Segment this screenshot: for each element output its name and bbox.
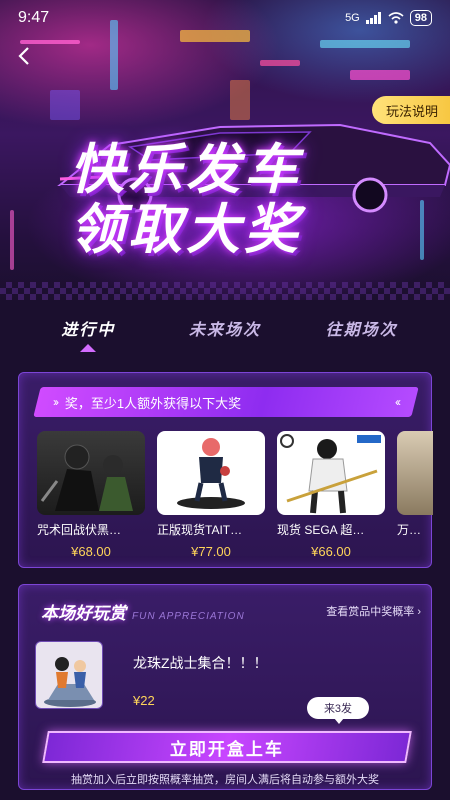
draw-3-bubble[interactable]: 来3发	[307, 697, 369, 724]
tab-indicator	[80, 344, 97, 352]
battery-icon: 98	[409, 10, 432, 26]
prize-name: 正版现货TAIT…	[157, 523, 243, 537]
hero-title-line1: 快乐发车	[70, 138, 302, 201]
prize-card[interactable]: 正版现货TAIT… ¥77.00	[157, 431, 265, 561]
prize-marquee: ›› 奖，至少1人额外获得以下大奖 ‹‹	[33, 387, 419, 417]
prize-card[interactable]: 现货 SEGA 超… ¥66.00	[277, 431, 385, 561]
blind-box-image	[35, 641, 103, 709]
blind-box-price: ¥22	[133, 693, 155, 708]
session-tabs: 进行中 未来场次 往期场次	[0, 316, 450, 356]
chevron-right-double-icon: ››	[53, 395, 57, 409]
grand-prize-panel: ›› 奖，至少1人额外获得以下大奖 ‹‹ 咒术回战伏黑… ¥68.00 正版现货…	[18, 372, 433, 568]
prize-image	[397, 431, 433, 515]
back-button[interactable]	[12, 44, 36, 68]
hero-title: 快乐发车 领取大奖	[70, 140, 302, 260]
open-box-button[interactable]: 立即开盒上车	[42, 731, 412, 763]
rules-button[interactable]: 玩法说明	[371, 96, 450, 124]
fun-title: 本场好玩赏	[41, 603, 126, 623]
tab-past[interactable]: 往期场次	[307, 316, 417, 356]
prize-card[interactable]: 咒术回战伏黑… ¥68.00	[37, 431, 145, 561]
prize-price: ¥66.00	[311, 544, 351, 559]
chevron-left-double-icon: ‹‹	[395, 395, 399, 409]
signal-icon	[365, 12, 381, 24]
status-time: 9:47	[18, 9, 50, 26]
open-box-button-label: 立即开盒上车	[170, 739, 284, 759]
tab-ongoing-label: 进行中	[61, 322, 116, 339]
hero-title-line2: 领取大奖	[70, 198, 302, 261]
fun-subtitle: FUN APPRECIATION	[132, 610, 245, 622]
blind-box-name: 龙珠Z战士集合！！！	[133, 655, 268, 671]
tab-ongoing[interactable]: 进行中	[33, 316, 143, 356]
wifi-icon	[388, 12, 404, 24]
fun-header: 本场好玩赏 FUN APPRECIATION 查看赏品中奖概率 ›	[19, 595, 431, 627]
signal-label: 5G	[345, 12, 360, 24]
prize-image	[277, 431, 385, 515]
checker-strip	[0, 282, 450, 300]
tab-upcoming-label: 未来场次	[188, 322, 261, 339]
prize-price: ¥68.00	[71, 544, 111, 559]
tab-past-label: 往期场次	[325, 322, 398, 339]
prize-price: ¥77.00	[191, 544, 231, 559]
fun-appreciation-panel: 本场好玩赏 FUN APPRECIATION 查看赏品中奖概率 › 龙珠Z战士集…	[18, 584, 432, 790]
prize-name: 万…	[397, 523, 422, 537]
marquee-text: 奖，至少1人额外获得以下大奖	[65, 395, 242, 411]
chevron-left-icon	[18, 47, 29, 65]
prize-list: 咒术回战伏黑… ¥68.00 正版现货TAIT… ¥77.00 现货 SEGA …	[37, 431, 433, 561]
prize-card[interactable]: 万…	[397, 431, 433, 561]
prize-image	[157, 431, 265, 515]
tab-upcoming[interactable]: 未来场次	[170, 316, 280, 356]
prize-name: 咒术回战伏黑…	[37, 523, 122, 537]
blind-box-info: 龙珠Z战士集合！！！ ¥22	[133, 641, 268, 711]
prize-image	[37, 431, 145, 515]
rules-footnote: 抽赏加入后立即按照概率抽赏，房间人满后将自动参与额外大奖	[71, 774, 379, 786]
status-bar: 9:47 5G 98	[0, 0, 450, 36]
prize-name: 现货 SEGA 超…	[277, 523, 365, 537]
view-odds-link[interactable]: 查看赏品中奖概率 ›	[326, 603, 421, 619]
